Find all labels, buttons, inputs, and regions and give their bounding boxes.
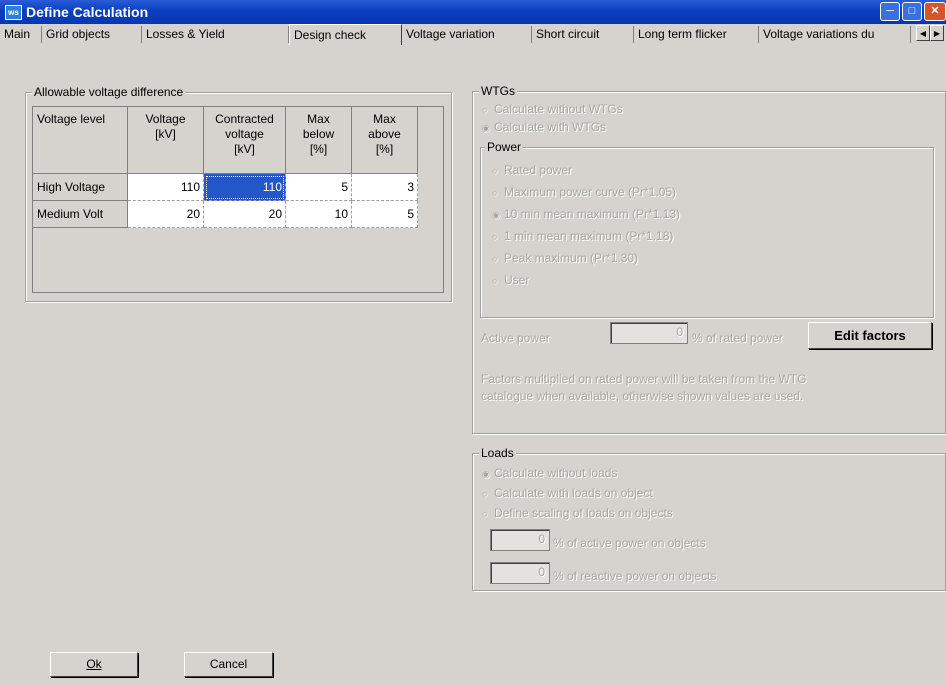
medium-voltage-max-above-cell[interactable]: 5 [352,201,418,228]
medium-voltage-kv-cell[interactable]: 20 [128,201,204,228]
radio-selected-icon: ◉ [482,469,490,479]
window-title: Define Calculation [26,4,149,20]
high-voltage-contracted-cell[interactable]: 110 [204,174,286,201]
radio-user[interactable]: ○ User [492,273,529,287]
radio-empty-icon: ○ [492,232,498,242]
tab-short-circuit[interactable]: Short circuit [532,26,634,43]
tab-voltage-variation[interactable]: Voltage variation [402,26,532,43]
cancel-button[interactable]: Cancel [184,652,273,677]
column-header-voltage: Voltage [kV] [128,107,204,174]
tab-scroll-right-icon[interactable]: ▶ [930,25,944,41]
title-bar: ws Define Calculation ─ □ ✕ [0,0,946,24]
row-header-high-voltage: High Voltage [33,174,128,201]
tab-grid-objects[interactable]: Grid objects [42,26,142,43]
tab-long-term-flicker[interactable]: Long term flicker [634,26,759,43]
power-legend: Power [485,140,524,154]
radio-empty-icon: ○ [492,166,498,176]
loads-legend: Loads [479,446,516,460]
radio-empty-icon: ○ [482,105,488,115]
medium-voltage-contracted-cell[interactable]: 20 [204,201,286,228]
tab-strip: Main Grid objects Losses & Yield Design … [0,24,946,45]
radio-empty-icon: ○ [482,509,488,519]
radio-maximum-power-curve[interactable]: ○ Maximum power curve (Pr*1.05) [492,185,676,199]
tab-scroll-left-icon[interactable]: ◀ [916,25,930,41]
active-power-loads-input[interactable]: 0 [490,529,550,551]
radio-selected-icon: ◉ [492,210,500,220]
tab-design-check[interactable]: Design check [289,24,402,45]
app-icon: ws [5,5,22,20]
active-power-loads-label: % of active power on objects [553,536,706,550]
reactive-power-loads-label: % of reactive power on objects [553,569,717,583]
radio-empty-icon: ○ [492,188,498,198]
reactive-power-loads-input[interactable]: 0 [490,562,550,584]
radio-selected-icon: ◉ [482,123,490,133]
minimize-icon[interactable]: ─ [880,2,900,21]
radio-1-min-mean-maximum[interactable]: ○ 1 min mean maximum (Pr*1.18) [492,229,673,243]
radio-calculate-with-loads[interactable]: ○ Calculate with loads on object [482,486,653,500]
voltage-grid: Voltage level Voltage [kV] Contracted volt… [32,106,444,293]
radio-10-min-mean-maximum[interactable]: ◉ 10 min mean maximum (Pr*1.13) [492,207,680,221]
high-voltage-max-below-cell[interactable]: 5 [286,174,352,201]
close-icon[interactable]: ✕ [924,2,946,21]
edit-factors-button[interactable]: Edit factors [808,322,932,349]
tab-voltage-variations-du[interactable]: Voltage variations du [759,26,911,43]
column-header-max-above: Max above [%] [352,107,418,174]
high-voltage-max-above-cell[interactable]: 3 [352,174,418,201]
active-power-unit: % of rated power [692,331,783,345]
ok-button[interactable]: Ok [50,652,138,677]
column-header-contracted-voltage: Contracted voltage [kV] [204,107,286,174]
radio-peak-maximum[interactable]: ○ Peak maximum (Pr*1.30) [492,251,638,265]
tab-main[interactable]: Main [0,26,42,43]
radio-define-scaling-of-loads[interactable]: ○ Define scaling of loads on objects [482,506,673,520]
maximize-icon[interactable]: □ [902,2,922,21]
tab-losses-yield[interactable]: Losses & Yield [142,26,289,43]
column-header-voltage-level: Voltage level [33,107,128,174]
medium-voltage-max-below-cell[interactable]: 10 [286,201,352,228]
radio-empty-icon: ○ [492,276,498,286]
radio-calculate-without-loads[interactable]: ◉ Calculate without loads [482,466,617,480]
voltage-difference-legend: Allowable voltage difference [32,85,186,99]
factors-note-line-1: Factors multiplied on rated power will b… [481,372,807,386]
radio-calculate-with-wtgs[interactable]: ◉ Calculate with WTGs [482,120,606,134]
factors-note-line-2: catalogue when available, otherwise show… [481,389,804,403]
radio-empty-icon: ○ [492,254,498,264]
radio-empty-icon: ○ [482,489,488,499]
active-power-label: Active power [481,331,550,345]
row-header-medium-voltage: Medium Volt [33,201,128,228]
active-power-input[interactable]: 0 [610,322,688,344]
column-header-max-below: Max below [%] [286,107,352,174]
high-voltage-kv-cell[interactable]: 110 [128,174,204,201]
wtgs-legend: WTGs [479,84,517,98]
radio-calculate-without-wtgs[interactable]: ○ Calculate without WTGs [482,102,623,116]
radio-rated-power[interactable]: ○ Rated power [492,163,572,177]
